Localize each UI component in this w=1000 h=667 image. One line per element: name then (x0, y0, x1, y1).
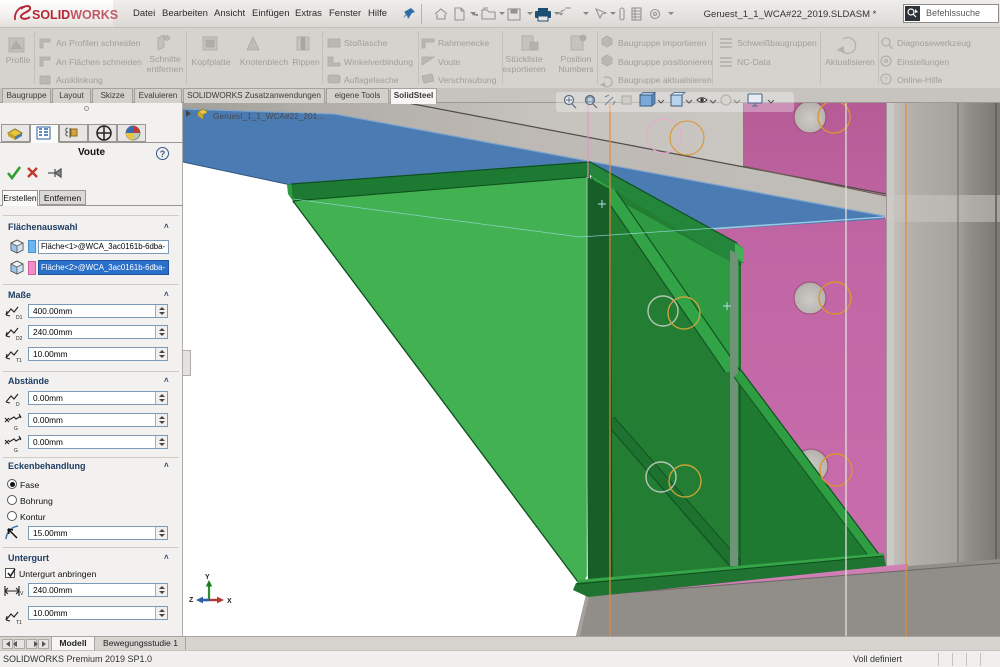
svg-text:D2: D2 (16, 336, 23, 342)
svg-text:D1: D1 (16, 315, 23, 321)
svg-text:G: G (14, 448, 18, 452)
svg-text:T1: T1 (16, 620, 22, 624)
svg-text:D: D (16, 402, 20, 408)
svg-text:?: ? (884, 77, 888, 84)
svg-text:Geruest_1_1_WCA#22_201...: Geruest_1_1_WCA#22_201... (213, 111, 324, 121)
svg-text:V: V (20, 591, 24, 597)
svg-text:Y: Y (205, 574, 210, 581)
svg-text:X: X (227, 598, 232, 605)
svg-text:T1: T1 (16, 358, 22, 364)
svg-text:Z: Z (189, 597, 194, 604)
svg-text:G: G (14, 426, 18, 432)
